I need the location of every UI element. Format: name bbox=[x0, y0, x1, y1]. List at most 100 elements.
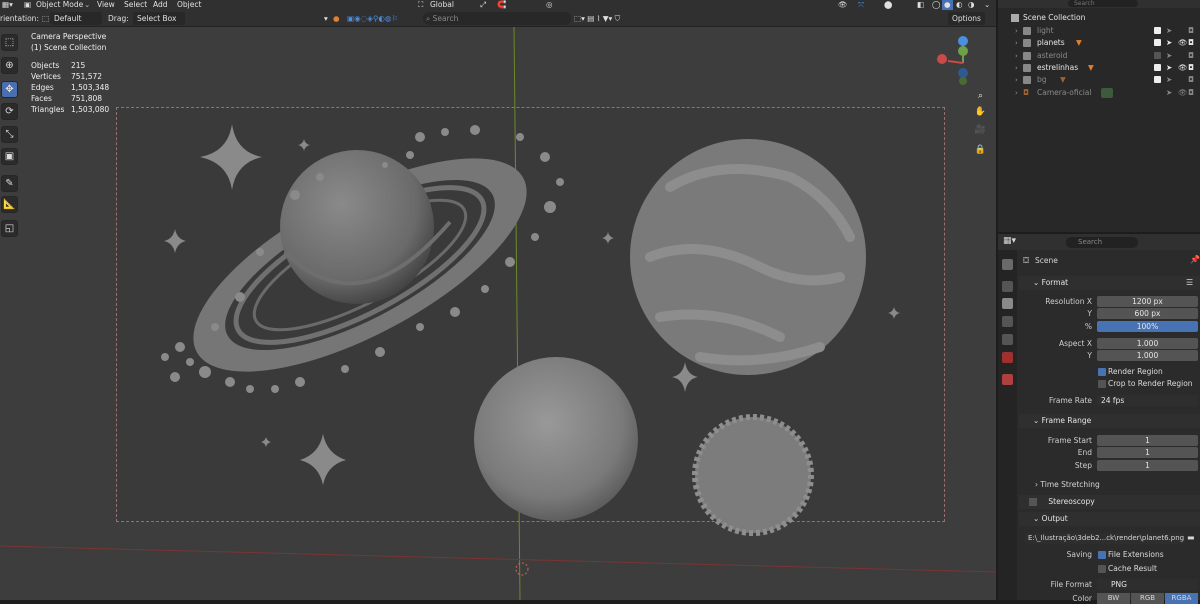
output-section-header[interactable]: ⌄ Output bbox=[1019, 512, 1200, 526]
expand-icon[interactable]: › bbox=[1015, 37, 1018, 49]
render-camera-icon[interactable]: ◘ bbox=[1188, 87, 1194, 99]
select-filter-icon[interactable]: ▣◉◌◈⚲◐◍⚐ bbox=[347, 12, 398, 25]
outliner-item-estrelinhas[interactable]: › estrelinhas ▼ ➤ 👁 ◘ bbox=[998, 62, 1200, 74]
outliner-item-bg[interactable]: › bg ▼ ➤ ◘ bbox=[998, 74, 1200, 86]
texture-tab-icon[interactable] bbox=[1002, 374, 1013, 385]
time-stretching-subpanel[interactable]: › Time Stretching bbox=[1035, 480, 1100, 489]
render-camera-icon[interactable]: ◘ bbox=[1188, 74, 1194, 86]
search-input[interactable]: ⌕ Search bbox=[423, 12, 571, 25]
include-checkbox[interactable] bbox=[1154, 27, 1161, 34]
include-checkbox[interactable] bbox=[1154, 52, 1161, 59]
tool-add-cube[interactable]: ◱ bbox=[1, 220, 18, 237]
file-format-dropdown[interactable]: PNG bbox=[1097, 579, 1198, 590]
tool-rotate[interactable]: ⟳ bbox=[1, 103, 18, 120]
view-layer-tab-icon[interactable] bbox=[1002, 316, 1013, 327]
color-rgb-button[interactable]: RGB bbox=[1131, 593, 1164, 604]
pin-icon[interactable]: 📌 bbox=[1190, 255, 1200, 264]
mode-dropdown[interactable]: Object Mode bbox=[36, 0, 83, 10]
eye-icon[interactable]: 👁 bbox=[1178, 37, 1188, 49]
xray-icon[interactable]: ◧ bbox=[917, 0, 924, 10]
menu-select[interactable]: Select bbox=[124, 0, 147, 10]
outliner-search-input[interactable]: Search bbox=[1068, 0, 1138, 7]
lock-icon[interactable]: 🔒 bbox=[974, 144, 987, 157]
shading-rendered-icon[interactable]: ◑ bbox=[968, 0, 975, 10]
stereoscopy-section-header[interactable]: › Stereoscopy bbox=[1019, 495, 1200, 509]
render-region-checkbox[interactable] bbox=[1098, 368, 1106, 376]
filter-icons[interactable]: ⬚▾ ▤ ⌇ ▼▾ ⛉ bbox=[574, 12, 620, 25]
tool-transform[interactable]: ▣ bbox=[1, 148, 18, 165]
tool-select-box[interactable]: ⬚ bbox=[1, 34, 18, 51]
include-checkbox[interactable] bbox=[1154, 64, 1161, 71]
tool-move[interactable]: ✥ bbox=[1, 81, 18, 98]
tool-annotate[interactable]: ✎ bbox=[1, 175, 18, 192]
color-bw-button[interactable]: BW bbox=[1097, 593, 1130, 604]
outliner-item-camera[interactable]: › ◘ Camera-oficial ➤ 👁 ◘ bbox=[998, 87, 1200, 99]
viewport-display-icon[interactable]: ● bbox=[333, 12, 340, 25]
zoom-icon[interactable]: ⌕ bbox=[974, 90, 987, 103]
select-arrow-icon[interactable]: ➤ bbox=[1166, 37, 1172, 49]
outliner-root[interactable]: Scene Collection bbox=[998, 12, 1200, 24]
collection-visibility-icon[interactable]: ▾ bbox=[324, 12, 328, 25]
eye-icon[interactable]: 👁 bbox=[1178, 87, 1188, 99]
outliner-item-asteroid[interactable]: › asteroid ➤ ◘ bbox=[998, 50, 1200, 62]
drag-dropdown[interactable]: Select Box bbox=[133, 12, 185, 25]
proportional-edit-icon[interactable]: ◎ bbox=[546, 0, 553, 10]
expand-icon[interactable]: › bbox=[1015, 87, 1018, 99]
scene-tab-icon[interactable] bbox=[1002, 334, 1013, 345]
options-dropdown[interactable]: Options bbox=[948, 12, 985, 25]
format-section-header[interactable]: ⌄ Format bbox=[1019, 276, 1200, 290]
gizmo-toggle-icon[interactable]: ⤧ bbox=[858, 0, 864, 10]
aspect-x-field[interactable]: 1.000 bbox=[1097, 338, 1198, 349]
snap-icon[interactable]: 🧲 bbox=[497, 0, 506, 10]
select-arrow-icon[interactable]: ➤ bbox=[1166, 25, 1172, 37]
editor-type-icon[interactable]: ▦▾ bbox=[1003, 236, 1016, 246]
tool-tab-icon[interactable] bbox=[1002, 259, 1013, 270]
editor-type-icon[interactable]: ▦▾ bbox=[2, 0, 13, 10]
cache-result-checkbox[interactable] bbox=[1098, 565, 1106, 573]
resolution-percent-field[interactable]: 100% bbox=[1097, 321, 1198, 332]
shading-material-icon[interactable]: ◐ bbox=[956, 0, 963, 10]
tool-measure[interactable]: 📐 bbox=[1, 196, 18, 213]
shading-solid-icon[interactable]: ● bbox=[942, 0, 953, 10]
menu-object[interactable]: Object bbox=[177, 0, 201, 10]
folder-icon[interactable]: ▬ bbox=[1187, 533, 1195, 542]
render-camera-icon[interactable]: ◘ bbox=[1188, 62, 1194, 74]
select-arrow-icon[interactable]: ➤ bbox=[1166, 74, 1172, 86]
expand-icon[interactable]: › bbox=[1015, 62, 1018, 74]
menu-view[interactable]: View bbox=[97, 0, 115, 10]
render-tab-icon[interactable] bbox=[1002, 281, 1013, 292]
navigation-gizmo[interactable] bbox=[930, 33, 994, 88]
crop-region-checkbox[interactable] bbox=[1098, 380, 1106, 388]
tool-scale[interactable]: ⤡ bbox=[1, 126, 18, 143]
render-camera-icon[interactable]: ◘ bbox=[1188, 37, 1194, 49]
select-arrow-icon[interactable]: ➤ bbox=[1166, 87, 1172, 99]
menu-add[interactable]: Add bbox=[153, 0, 168, 10]
outliner-item-planets[interactable]: › planets ▼ ➤ 👁 ◘ bbox=[998, 37, 1200, 49]
frame-start-field[interactable]: 1 bbox=[1097, 435, 1198, 446]
overlays-icon[interactable]: ⬤ bbox=[884, 0, 892, 10]
frame-end-field[interactable]: 1 bbox=[1097, 447, 1198, 458]
transform-orientation-dropdown[interactable]: Global bbox=[430, 0, 454, 10]
resolution-x-field[interactable]: 1200 px bbox=[1097, 296, 1198, 307]
pan-hand-icon[interactable]: ✋ bbox=[974, 106, 987, 119]
color-rgba-button[interactable]: RGBA bbox=[1165, 593, 1198, 604]
frame-range-section-header[interactable]: ⌄ Frame Range bbox=[1019, 414, 1200, 428]
render-camera-icon[interactable]: ◘ bbox=[1188, 25, 1194, 37]
expand-icon[interactable]: › bbox=[1015, 50, 1018, 62]
orientation-dropdown[interactable]: Default bbox=[50, 12, 102, 25]
camera-view-icon[interactable]: 🎥 bbox=[974, 124, 987, 137]
select-arrow-icon[interactable]: ➤ bbox=[1166, 50, 1172, 62]
output-path-field[interactable]: E:\_Ilustração\3deb2...ck\render\planet6… bbox=[1025, 533, 1185, 544]
aspect-y-field[interactable]: 1.000 bbox=[1097, 350, 1198, 361]
output-tab-icon[interactable] bbox=[1002, 298, 1013, 309]
resolution-y-field[interactable]: 600 px bbox=[1097, 308, 1198, 319]
presets-icon[interactable]: ☰ bbox=[1186, 278, 1193, 287]
pivot-icon[interactable]: ⤢ bbox=[480, 0, 486, 10]
eye-icon[interactable]: 👁 bbox=[1178, 62, 1188, 74]
frame-step-field[interactable]: 1 bbox=[1097, 460, 1198, 471]
properties-search-input[interactable]: Search bbox=[1066, 237, 1138, 248]
expand-icon[interactable]: › bbox=[1015, 74, 1018, 86]
frame-rate-dropdown[interactable]: 24 fps bbox=[1097, 395, 1198, 406]
expand-icon[interactable]: › bbox=[1015, 25, 1018, 37]
tool-cursor[interactable]: ⊕ bbox=[1, 57, 18, 74]
